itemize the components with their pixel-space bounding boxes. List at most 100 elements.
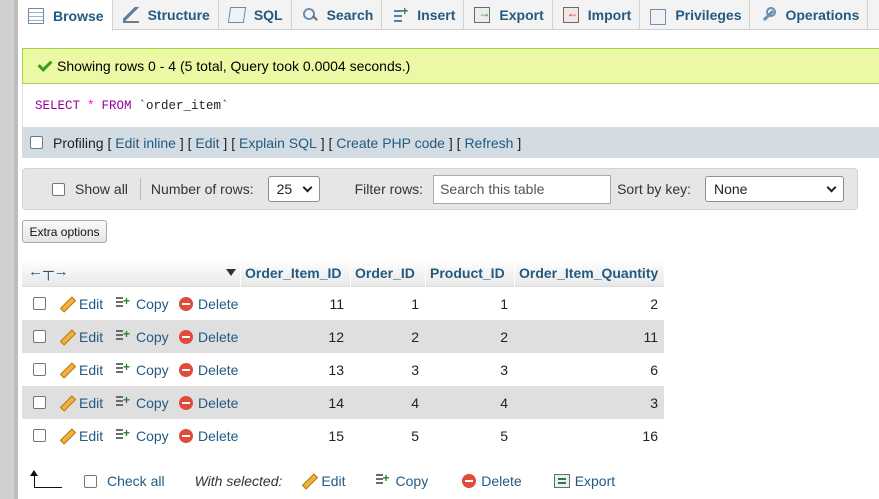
copy-icon [116,393,132,411]
cell-order-item-id[interactable]: 12 [240,320,350,353]
check-all-label[interactable]: Check all [107,473,165,489]
cell-product-id[interactable]: 1 [425,287,514,320]
insert-icon [392,4,409,23]
import-icon [562,6,579,23]
column-header-order-item-quantity[interactable]: Order_Item_Quantity [514,259,664,287]
pencil-icon [60,297,74,311]
table-row: Edit Copy Delete 11 1 1 2 [22,287,664,320]
row-delete-link[interactable]: Delete [179,362,238,378]
row-copy-link[interactable]: Copy [116,426,169,444]
cell-order-item-id[interactable]: 11 [240,287,350,320]
tab-structure[interactable]: Structure [113,0,219,30]
cell-order-item-quantity[interactable]: 3 [514,386,664,419]
row-copy-link[interactable]: Copy [116,327,169,345]
tab-browse[interactable]: Browse [18,0,113,31]
row-edit-link[interactable]: Edit [60,329,103,345]
column-header-order-item-id[interactable]: Order_Item_ID [240,259,350,287]
pencil-icon [60,330,74,344]
structure-icon [122,7,139,23]
create-php-code-link[interactable]: Create PHP code [336,135,445,151]
row-checkbox[interactable] [33,363,46,376]
delete-label: Delete [198,427,239,444]
row-delete-link[interactable]: Delete [179,428,238,444]
row-delete-link[interactable]: Delete [179,329,238,345]
cell-order-item-quantity[interactable]: 2 [514,287,664,320]
extra-options-button[interactable]: Extra options [22,220,107,243]
sql-query-display[interactable]: SELECT * FROM `order_item` [22,84,879,127]
cell-product-id[interactable]: 4 [425,386,514,419]
bulk-copy-button[interactable]: Copy [375,471,428,489]
delete-label: Delete [198,328,239,345]
cell-order-item-quantity[interactable]: 6 [514,353,664,386]
row-edit-link[interactable]: Edit [60,362,103,378]
cell-order-item-quantity[interactable]: 11 [514,320,664,353]
bulk-edit-button[interactable]: Edit [302,473,345,489]
row-delete-link[interactable]: Delete [179,395,238,411]
sort-by-key-select[interactable]: None [705,176,844,202]
cell-order-item-id[interactable]: 14 [240,386,350,419]
search-icon [302,7,318,23]
column-header-product-id[interactable]: Product_ID [425,259,514,287]
explain-sql-link[interactable]: Explain SQL [239,135,317,151]
tab-label: Search [326,7,374,23]
copy-label: Copy [136,328,169,345]
bulk-export-button[interactable]: Export [553,473,616,489]
cell-product-id[interactable]: 3 [425,353,514,386]
tab-export[interactable]: Export [464,0,553,30]
sql-star: * [87,98,95,113]
row-copy-link[interactable]: Copy [116,393,169,411]
row-copy-link[interactable]: Copy [116,360,169,378]
cell-order-id[interactable]: 2 [350,320,425,353]
cell-order-item-id[interactable]: 13 [240,353,350,386]
copy-icon [375,471,392,489]
row-copy-link[interactable]: Copy [116,294,169,312]
row-edit-link[interactable]: Edit [60,395,103,411]
export-label: Export [574,473,616,489]
profiling-checkbox[interactable] [30,136,43,149]
profiling-label: Profiling [53,134,104,151]
tab-privileges[interactable]: Privileges [640,0,751,30]
cell-order-id[interactable]: 1 [350,287,425,320]
cell-product-id[interactable]: 2 [425,320,514,353]
cell-order-id[interactable]: 5 [350,419,425,452]
tab-operations[interactable]: Operations [750,0,869,30]
row-select-cell [22,353,60,386]
export-icon [474,6,491,23]
show-all-checkbox[interactable] [52,182,65,196]
row-checkbox[interactable] [33,330,46,343]
filter-rows-input[interactable] [433,174,612,204]
top-tab-bar: Browse Structure SQL Search Insert Expor… [18,0,879,31]
cell-product-id[interactable]: 5 [425,419,514,452]
column-expand-icon[interactable]: ←┬→ [28,263,69,280]
resize-handle[interactable] [14,0,18,499]
refresh-link[interactable]: Refresh [464,135,513,151]
sql-keyword-from: FROM [101,98,132,113]
row-checkbox[interactable] [33,429,46,442]
bulk-delete-button[interactable]: Delete [462,473,522,489]
row-delete-link[interactable]: Delete [179,296,238,312]
cell-order-id[interactable]: 3 [350,353,425,386]
row-edit-link[interactable]: Edit [60,296,103,312]
number-of-rows-select[interactable]: 25 [267,176,320,202]
export-icon [553,474,570,488]
column-header-order-id[interactable]: Order_ID [350,259,425,287]
row-checkbox[interactable] [33,297,46,310]
delete-icon [179,296,193,311]
edit-inline-link[interactable]: Edit inline [115,135,176,151]
cell-order-id[interactable]: 4 [350,386,425,419]
edit-link[interactable]: Edit [195,135,219,151]
pencil-icon [60,363,74,377]
row-edit-link[interactable]: Edit [60,428,103,444]
caret-down-icon[interactable] [226,268,236,276]
tab-search[interactable]: Search [292,0,383,30]
delete-label: Delete [198,361,239,378]
tab-import[interactable]: Import [553,0,641,30]
row-checkbox[interactable] [33,396,46,409]
cell-order-item-quantity[interactable]: 16 [514,419,664,452]
cell-order-item-id[interactable]: 15 [240,419,350,452]
delete-icon [179,395,193,410]
check-all-checkbox[interactable] [84,474,97,488]
edit-label: Edit [79,361,104,378]
tab-sql[interactable]: SQL [219,0,292,30]
tab-insert[interactable]: Insert [382,0,465,30]
